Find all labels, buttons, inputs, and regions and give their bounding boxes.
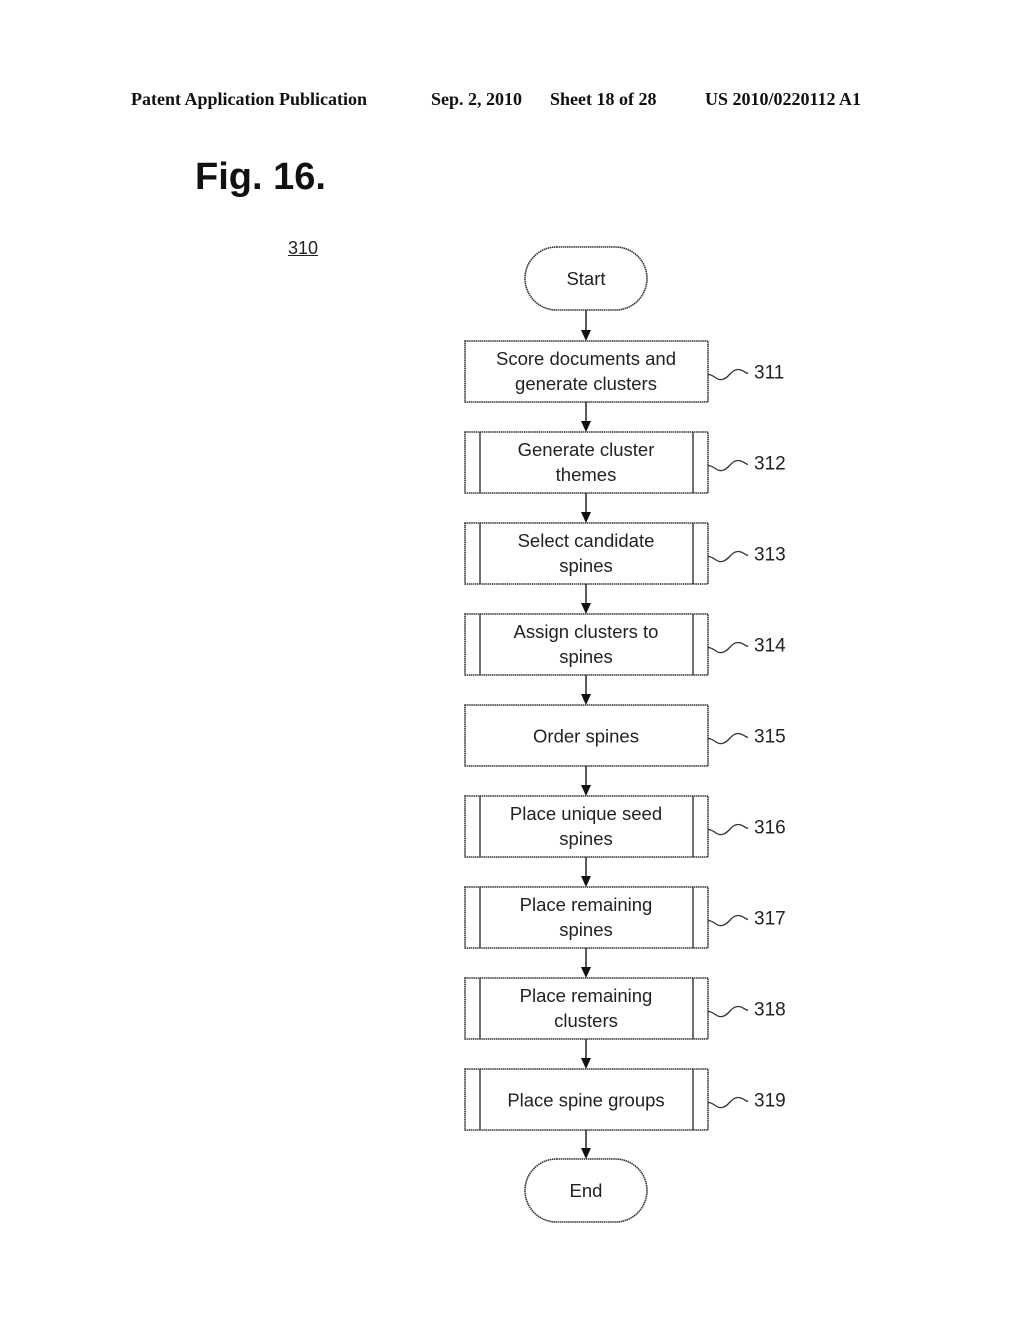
- leader-squiggle: [707, 914, 749, 927]
- step-reference-number: 312: [754, 454, 786, 475]
- step-label-line: Place unique seed: [510, 803, 662, 824]
- step-label-line: Score documents and: [496, 348, 676, 369]
- step-314: Assign clusters to spines 314: [464, 613, 786, 676]
- leader-squiggle: [707, 1005, 749, 1018]
- arrowhead: [581, 1148, 591, 1159]
- arrowhead: [581, 1058, 591, 1069]
- arrowhead: [581, 694, 591, 705]
- leader-squiggle: [707, 823, 749, 836]
- arrow-start-to-311: [581, 310, 591, 341]
- step-313: Select candidate spines 313: [464, 522, 786, 585]
- flowchart: Start Score documents and generate cluste…: [464, 246, 786, 1223]
- arrowhead: [581, 603, 591, 614]
- step-label-line: Assign clusters to: [514, 621, 659, 642]
- arrowhead: [581, 967, 591, 978]
- arrow-316-to-next: [581, 857, 591, 887]
- end-terminal: End: [524, 1158, 648, 1223]
- arrowhead: [581, 421, 591, 432]
- start-terminal: Start: [524, 246, 648, 311]
- step-label-line: Place spine groups: [507, 1090, 664, 1111]
- arrow-312-to-next: [581, 493, 591, 523]
- step-317: Place remaining spines 317: [464, 886, 786, 949]
- leader-squiggle: [707, 1096, 749, 1109]
- arrowhead: [581, 876, 591, 887]
- step-label-line: spines: [559, 828, 612, 849]
- step-label-line: Select candidate: [518, 530, 655, 551]
- arrowhead: [581, 785, 591, 796]
- step-316: Place unique seed spines 316: [464, 795, 786, 858]
- step-reference-number: 314: [754, 636, 786, 657]
- step-label-line: themes: [556, 464, 617, 485]
- step-label-line: Place remaining: [520, 985, 653, 1006]
- arrow-319-to-next: [581, 1130, 591, 1159]
- step-319: Place spine groups 319: [464, 1068, 786, 1131]
- arrow-311-to-next: [581, 402, 591, 432]
- step-reference-number: 317: [754, 909, 786, 930]
- step-312: Generate cluster themes 312: [464, 431, 786, 494]
- step-label-line: spines: [559, 919, 612, 940]
- step-label-line: Order spines: [533, 726, 639, 747]
- step-label-line: Place remaining: [520, 894, 653, 915]
- arrowhead: [581, 512, 591, 523]
- arrow-314-to-next: [581, 675, 591, 705]
- step-label-line: spines: [559, 555, 612, 576]
- step-311: Score documents and generate clusters 311: [464, 340, 784, 403]
- arrow-318-to-next: [581, 1039, 591, 1069]
- step-reference-number: 319: [754, 1091, 786, 1112]
- leader-squiggle: [707, 732, 749, 745]
- leader-squiggle: [707, 459, 749, 472]
- step-label-line: spines: [559, 646, 612, 667]
- start-label: Start: [566, 268, 605, 289]
- arrow-317-to-next: [581, 948, 591, 978]
- step-label-line: clusters: [554, 1010, 618, 1031]
- arrow-313-to-next: [581, 584, 591, 614]
- step-reference-number: 318: [754, 1000, 786, 1021]
- step-label-line: generate clusters: [515, 373, 657, 394]
- leader-squiggle: [707, 641, 749, 654]
- step-reference-number: 313: [754, 545, 786, 566]
- arrow-315-to-next: [581, 766, 591, 796]
- step-reference-number: 316: [754, 818, 786, 839]
- step-label-line: Generate cluster: [518, 439, 655, 460]
- step-315: Order spines 315: [464, 704, 786, 767]
- end-label: End: [570, 1180, 603, 1201]
- step-318: Place remaining clusters 318: [464, 977, 786, 1040]
- step-reference-number: 311: [754, 363, 784, 384]
- arrowhead: [581, 330, 591, 341]
- leader-squiggle: [707, 550, 749, 563]
- step-reference-number: 315: [754, 727, 786, 748]
- leader-squiggle: [707, 368, 749, 381]
